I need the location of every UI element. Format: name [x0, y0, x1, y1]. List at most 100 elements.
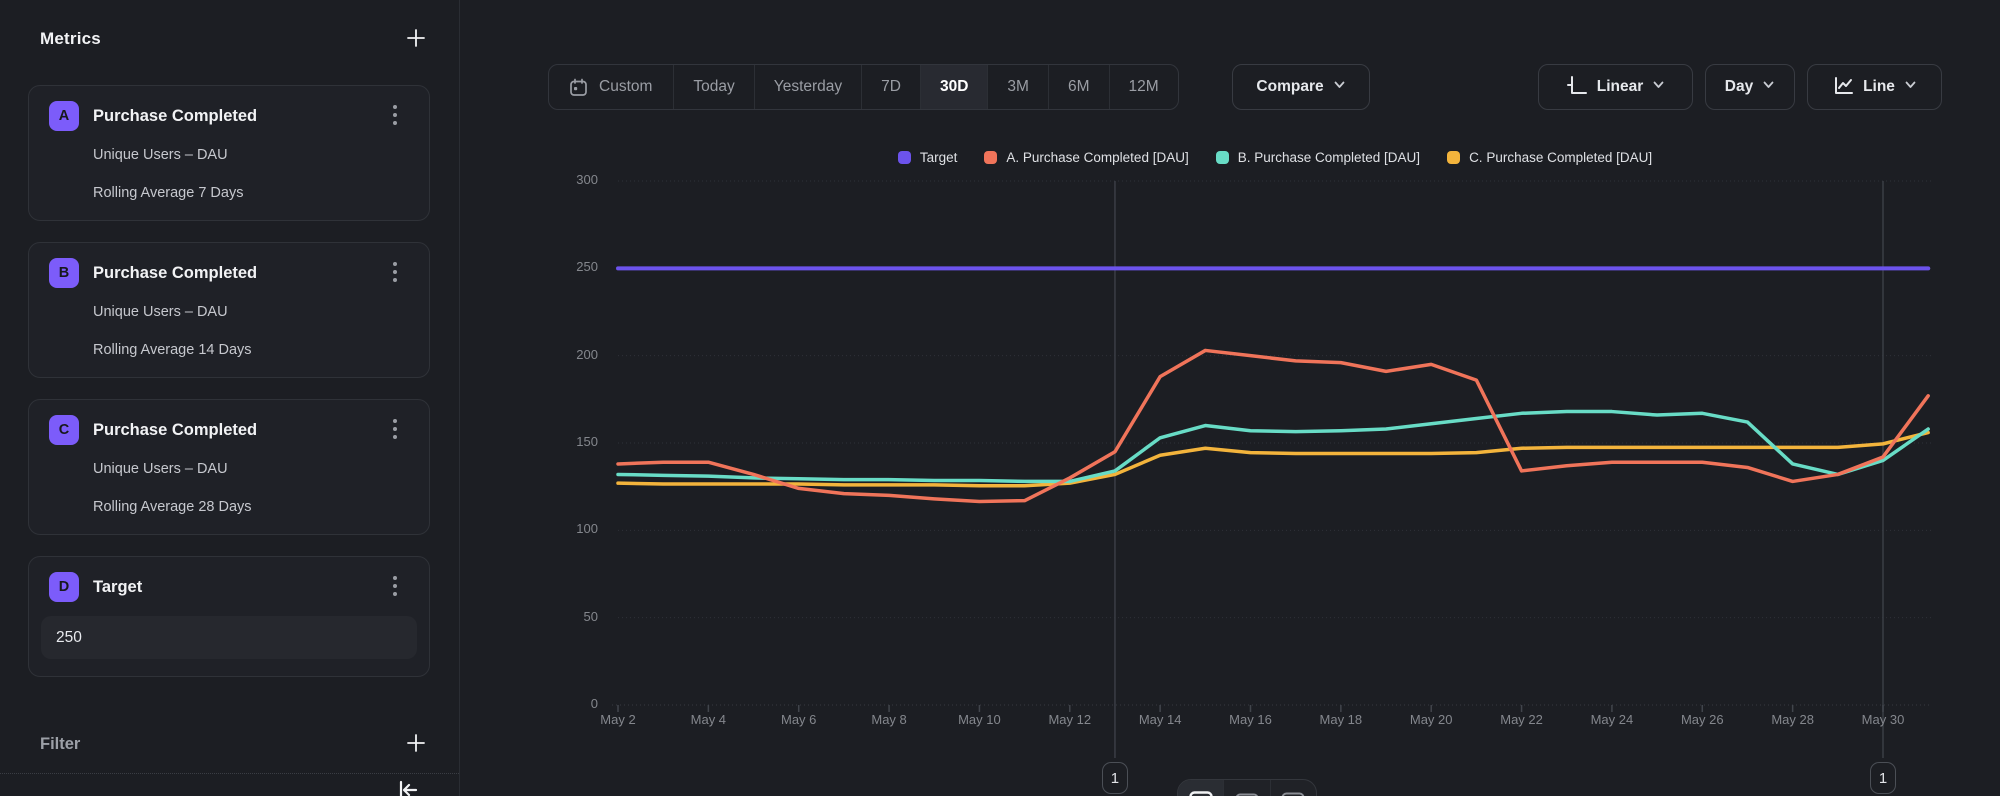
- time-range-control: Custom Today Yesterday 7D 30D 3M 6M 12M: [548, 64, 1179, 110]
- plus-icon: [405, 732, 427, 757]
- add-filter-button[interactable]: [402, 730, 430, 758]
- legend-label: B. Purchase Completed [DAU]: [1238, 150, 1420, 165]
- chart-type-label: Line: [1863, 78, 1895, 96]
- filter-section-header: Filter: [28, 731, 430, 757]
- range-option-label: 6M: [1068, 78, 1090, 96]
- range-option-label: 12M: [1129, 78, 1159, 96]
- metric-menu-button[interactable]: [381, 259, 409, 287]
- metric-measure: Unique Users – DAU: [93, 145, 409, 165]
- metric-badge-a: A: [49, 101, 79, 131]
- range-option-label: 3M: [1007, 78, 1029, 96]
- legend-label: A. Purchase Completed [DAU]: [1006, 150, 1188, 165]
- range-option-label: Yesterday: [774, 78, 842, 96]
- range-option-label: Custom: [599, 78, 652, 96]
- annotation-badge[interactable]: 1: [1102, 762, 1128, 794]
- legend-swatch: [1447, 151, 1460, 164]
- metric-badge-d: D: [49, 572, 79, 602]
- x-axis-label: May 26: [1662, 712, 1742, 727]
- legend-item[interactable]: C. Purchase Completed [DAU]: [1447, 150, 1652, 165]
- metric-card-list: A Purchase Completed Unique Users – DAU …: [28, 85, 430, 677]
- kebab-icon: [392, 260, 398, 287]
- legend-item[interactable]: Target: [898, 150, 958, 165]
- x-axis-label: May 24: [1572, 712, 1652, 727]
- range-option-7d[interactable]: 7D: [861, 65, 920, 109]
- metrics-section-title: Metrics: [40, 29, 101, 49]
- layout-full-icon: [1188, 790, 1214, 796]
- metric-transform: Rolling Average 14 Days: [93, 340, 409, 360]
- chevron-down-icon: [1333, 78, 1346, 96]
- layout-option-full[interactable]: [1178, 780, 1223, 796]
- metric-badge-c: C: [49, 415, 79, 445]
- layout-split-icon: [1234, 790, 1260, 796]
- granularity-label: Day: [1725, 78, 1753, 96]
- x-axis-label: May 14: [1120, 712, 1200, 727]
- chevron-down-icon: [1904, 78, 1917, 96]
- metric-badge-b: B: [49, 258, 79, 288]
- y-axis-label: 0: [520, 696, 598, 711]
- granularity-select-button[interactable]: Day: [1705, 64, 1795, 110]
- linear-axis-icon: [1566, 74, 1588, 101]
- metric-measure: Unique Users – DAU: [93, 459, 409, 479]
- x-axis-label: May 10: [939, 712, 1019, 727]
- metric-title: Purchase Completed: [93, 107, 257, 126]
- legend-swatch: [984, 151, 997, 164]
- chart-layout-toggle: [1177, 779, 1317, 796]
- x-axis-label: May 4: [668, 712, 748, 727]
- target-menu-button[interactable]: [381, 573, 409, 601]
- chart-type-select-button[interactable]: Line: [1807, 64, 1942, 110]
- legend-label: C. Purchase Completed [DAU]: [1469, 150, 1652, 165]
- kebab-icon: [392, 574, 398, 601]
- layout-table-icon: [1280, 790, 1306, 796]
- sidebar: Metrics A Purchase Completed: [0, 0, 460, 796]
- range-option-3m[interactable]: 3M: [987, 65, 1048, 109]
- metric-title: Purchase Completed: [93, 421, 257, 440]
- x-axis-label: May 20: [1391, 712, 1471, 727]
- chart-legend: Target A. Purchase Completed [DAU] B. Purc…: [618, 147, 1932, 167]
- sidebar-footer-divider: [0, 773, 459, 774]
- collapse-sidebar-button[interactable]: [394, 776, 422, 796]
- target-title: Target: [93, 578, 142, 597]
- range-option-12m[interactable]: 12M: [1109, 65, 1178, 109]
- add-metric-button[interactable]: [402, 25, 430, 53]
- x-axis-label: May 2: [578, 712, 658, 727]
- series-line-a: [618, 350, 1928, 501]
- x-axis-label: May 18: [1301, 712, 1381, 727]
- layout-option-split[interactable]: [1223, 780, 1269, 796]
- sidebar-header: Metrics: [28, 22, 430, 56]
- range-option-today[interactable]: Today: [673, 65, 753, 109]
- metric-menu-button[interactable]: [381, 102, 409, 130]
- layout-option-table[interactable]: [1270, 780, 1316, 796]
- metric-card-b[interactable]: B Purchase Completed Unique Users – DAU …: [28, 242, 430, 378]
- x-axis-label: May 12: [1030, 712, 1110, 727]
- app-root: Metrics A Purchase Completed: [0, 0, 2000, 796]
- range-option-label: 30D: [940, 78, 968, 96]
- metric-title: Purchase Completed: [93, 264, 257, 283]
- kebab-icon: [392, 103, 398, 130]
- y-axis-label: 300: [520, 172, 598, 187]
- range-option-30d[interactable]: 30D: [920, 65, 987, 109]
- target-card[interactable]: D Target: [28, 556, 430, 677]
- kebab-icon: [392, 417, 398, 444]
- range-option-label: 7D: [881, 78, 901, 96]
- metric-menu-button[interactable]: [381, 416, 409, 444]
- target-value-input[interactable]: [41, 616, 417, 659]
- metric-card-a[interactable]: A Purchase Completed Unique Users – DAU …: [28, 85, 430, 221]
- y-axis-label: 150: [520, 434, 598, 449]
- line-chart-icon: [1832, 74, 1854, 101]
- x-axis-label: May 28: [1753, 712, 1833, 727]
- metric-card-c[interactable]: C Purchase Completed Unique Users – DAU …: [28, 399, 430, 535]
- metric-measure: Unique Users – DAU: [93, 302, 409, 322]
- scale-select-button[interactable]: Linear: [1538, 64, 1693, 110]
- calendar-icon: [569, 78, 588, 97]
- legend-item[interactable]: A. Purchase Completed [DAU]: [984, 150, 1188, 165]
- x-axis-label: May 16: [1211, 712, 1291, 727]
- range-option-custom[interactable]: Custom: [549, 65, 673, 109]
- legend-label: Target: [920, 150, 958, 165]
- legend-item[interactable]: B. Purchase Completed [DAU]: [1216, 150, 1420, 165]
- y-axis-label: 200: [520, 347, 598, 362]
- compare-button[interactable]: Compare: [1232, 64, 1370, 110]
- annotation-badge[interactable]: 1: [1870, 762, 1896, 794]
- range-option-yesterday[interactable]: Yesterday: [754, 65, 861, 109]
- x-axis-label: May 8: [849, 712, 929, 727]
- range-option-6m[interactable]: 6M: [1048, 65, 1109, 109]
